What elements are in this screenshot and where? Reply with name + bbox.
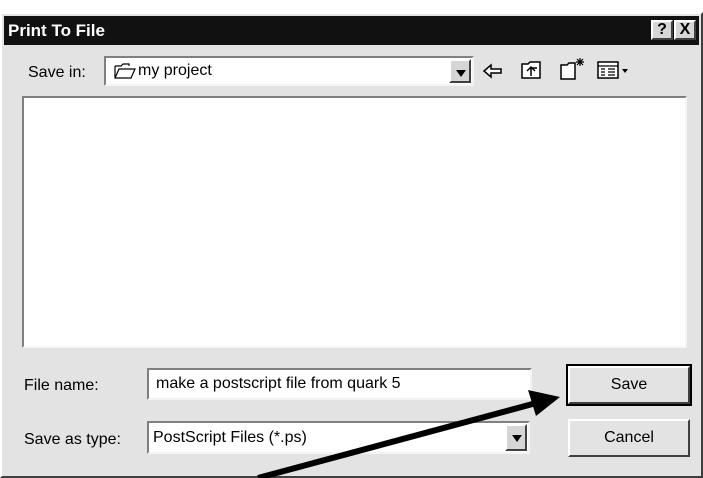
annotation-arrow-save-button (257, 390, 560, 478)
